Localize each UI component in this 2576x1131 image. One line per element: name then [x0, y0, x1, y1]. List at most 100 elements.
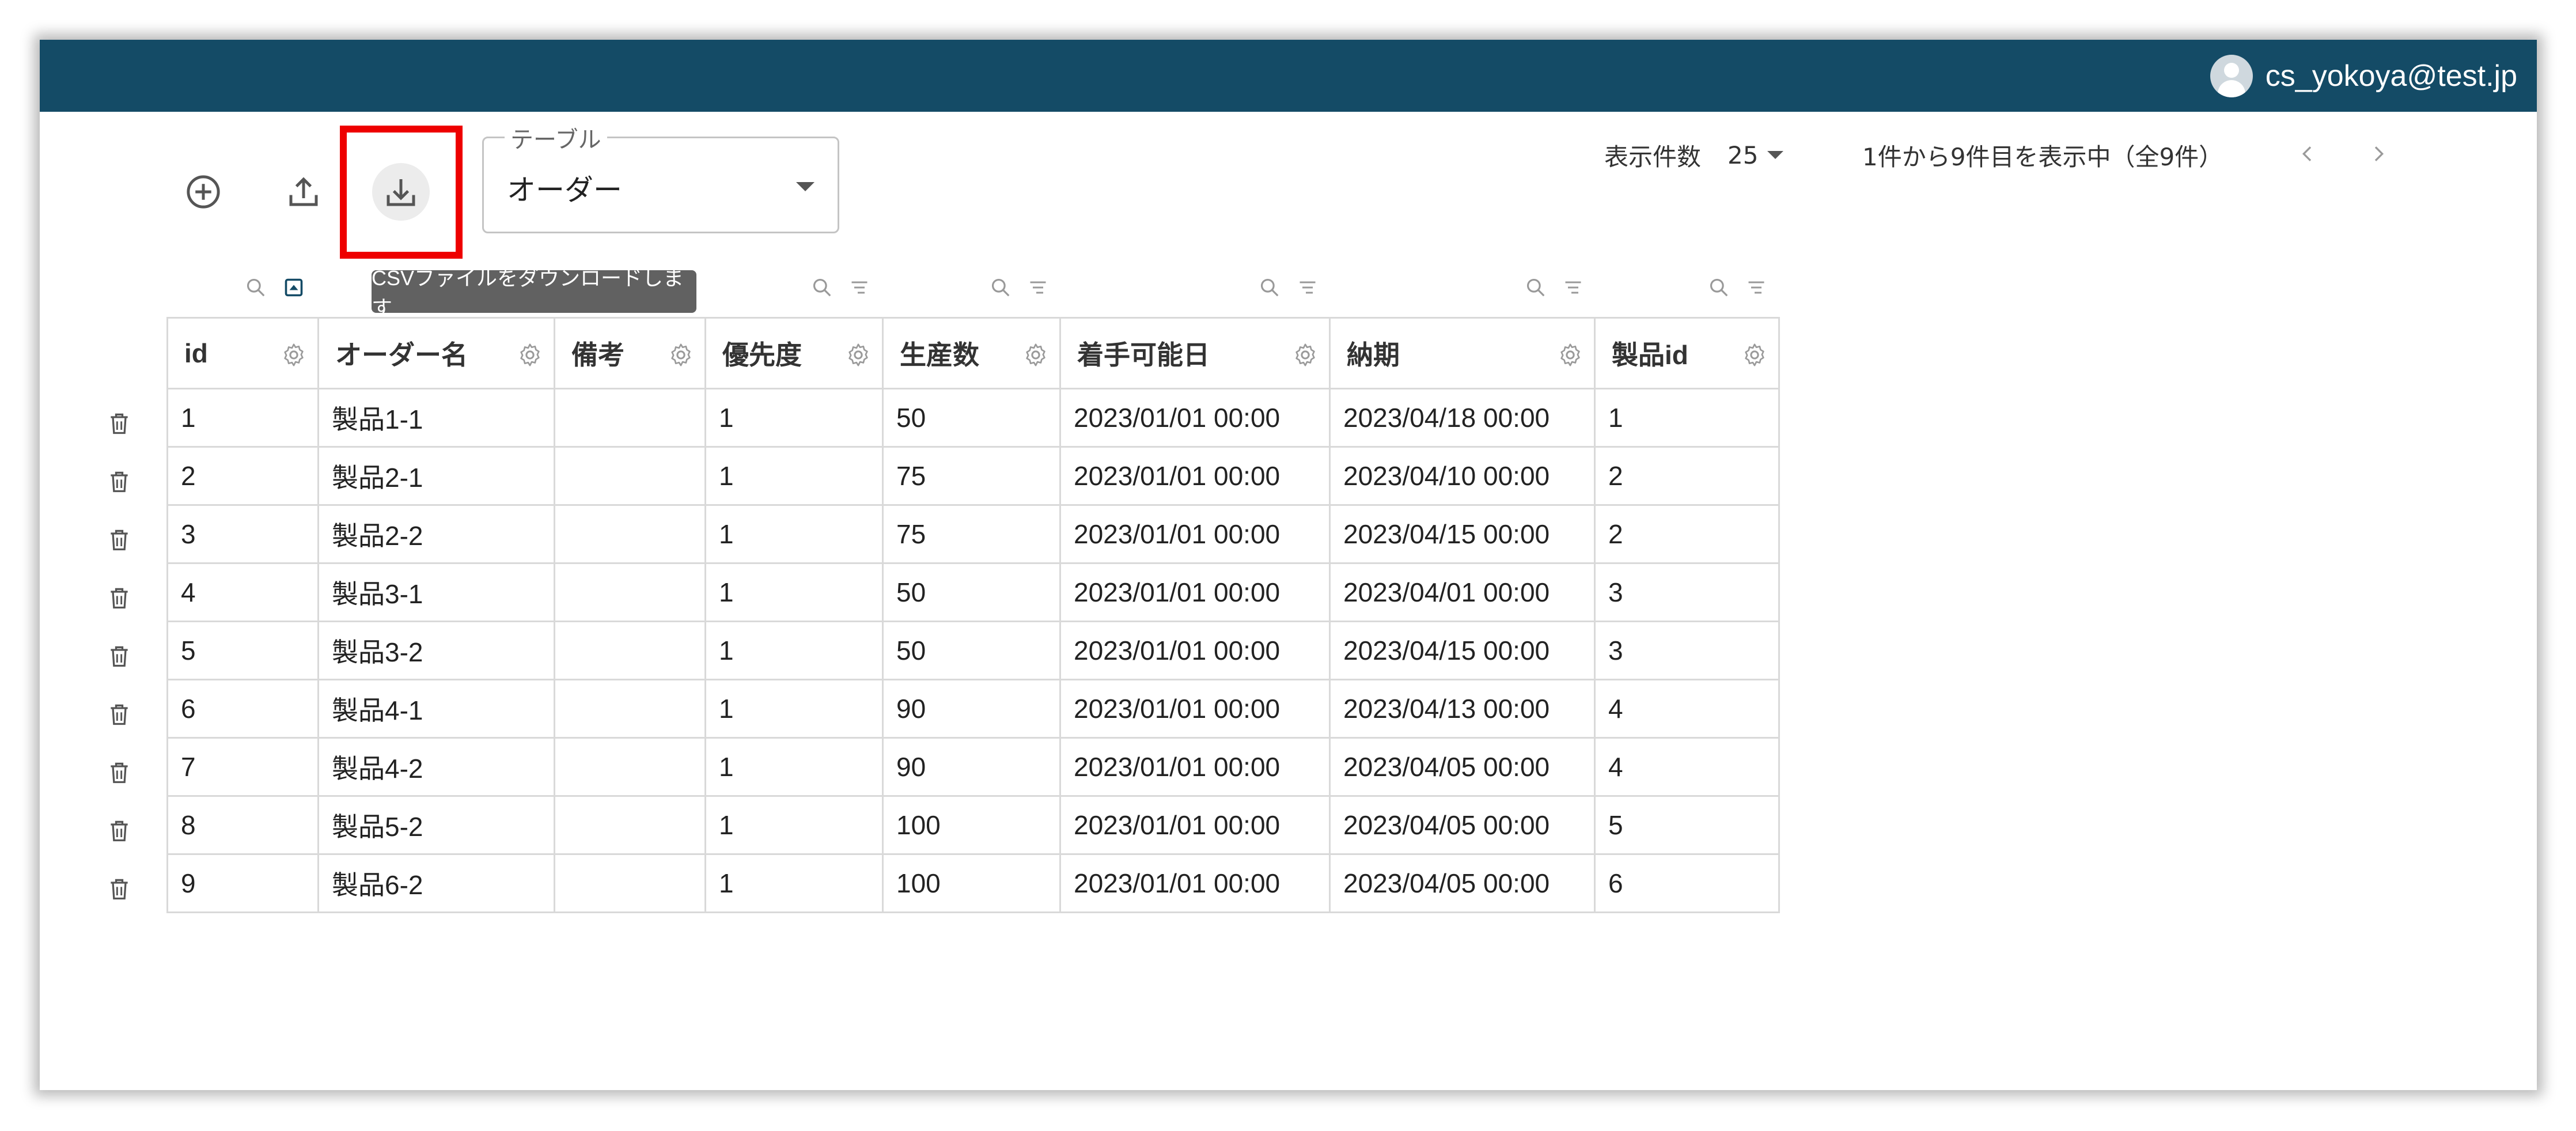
table-cell[interactable]: 2023/01/01 00:00: [1059, 795, 1331, 855]
table-cell[interactable]: 2023/04/15 00:00: [1329, 621, 1596, 680]
table-cell[interactable]: 2023/04/13 00:00: [1329, 679, 1596, 739]
search-icon[interactable]: [241, 270, 270, 305]
table-cell[interactable]: 3: [1594, 621, 1780, 680]
table-cell[interactable]: 1: [704, 795, 884, 855]
delete-row-button[interactable]: [104, 464, 134, 499]
search-icon[interactable]: [1255, 270, 1284, 305]
next-page-button[interactable]: [2361, 137, 2396, 171]
rows-per-page[interactable]: 表示件数 25: [1604, 138, 1784, 172]
gear-icon[interactable]: [668, 342, 694, 368]
table-cell[interactable]: 4: [166, 562, 319, 622]
sort-icon[interactable]: [1559, 270, 1588, 305]
prev-page-button[interactable]: [2290, 137, 2325, 171]
column-header-id[interactable]: id: [166, 317, 319, 389]
table-cell[interactable]: 2023/01/01 00:00: [1059, 737, 1331, 797]
table-cell[interactable]: [554, 562, 706, 622]
table-cell[interactable]: 1: [166, 388, 319, 448]
column-header-priority[interactable]: 優先度: [704, 317, 884, 389]
table-cell[interactable]: [554, 621, 706, 680]
table-cell[interactable]: [554, 737, 706, 797]
table-cell[interactable]: 50: [882, 621, 1061, 680]
table-row[interactable]: 3 製品2-2 1 75 2023/01/01 00:00 2023/04/15 00:0…: [166, 504, 1780, 564]
search-icon[interactable]: [1521, 270, 1550, 305]
table-cell[interactable]: 製品5-2: [317, 795, 555, 855]
upload-csv-button[interactable]: [275, 163, 332, 221]
table-cell[interactable]: 2023/04/18 00:00: [1329, 388, 1596, 448]
table-cell[interactable]: 2023/01/01 00:00: [1059, 388, 1331, 448]
table-cell[interactable]: 3: [166, 504, 319, 564]
table-row[interactable]: 4 製品3-1 1 50 2023/01/01 00:00 2023/04/01 00:0…: [166, 562, 1780, 622]
table-cell[interactable]: 2023/01/01 00:00: [1059, 621, 1331, 680]
column-header-quantity[interactable]: 生産数: [882, 317, 1061, 389]
table-cell[interactable]: 2023/01/01 00:00: [1059, 504, 1331, 564]
table-cell[interactable]: 90: [882, 679, 1061, 739]
gear-icon[interactable]: [845, 342, 872, 368]
search-icon[interactable]: [808, 270, 836, 305]
table-row[interactable]: 7 製品4-2 1 90 2023/01/01 00:00 2023/04/05 00:0…: [166, 737, 1780, 797]
table-cell[interactable]: 1: [704, 388, 884, 448]
table-cell[interactable]: 2: [1594, 446, 1780, 506]
search-icon[interactable]: [986, 270, 1015, 305]
table-cell[interactable]: 2: [1594, 504, 1780, 564]
gear-icon[interactable]: [1022, 342, 1049, 368]
table-cell[interactable]: 製品6-2: [317, 853, 555, 913]
table-cell[interactable]: 2023/04/15 00:00: [1329, 504, 1596, 564]
table-cell[interactable]: 9: [166, 853, 319, 913]
sort-icon[interactable]: [845, 270, 874, 305]
table-cell[interactable]: 100: [882, 853, 1061, 913]
delete-row-button[interactable]: [104, 406, 134, 441]
gear-icon[interactable]: [281, 342, 307, 368]
table-cell[interactable]: [554, 504, 706, 564]
table-cell[interactable]: 4: [1594, 679, 1780, 739]
table-cell[interactable]: 75: [882, 504, 1061, 564]
column-header-product-id[interactable]: 製品id: [1594, 317, 1780, 389]
table-cell[interactable]: 2023/01/01 00:00: [1059, 446, 1331, 506]
user-menu[interactable]: cs_yokoya@test.jp: [2210, 54, 2517, 99]
table-select[interactable]: テーブル オーダー: [482, 121, 839, 233]
table-row[interactable]: 6 製品4-1 1 90 2023/01/01 00:00 2023/04/13 00:0…: [166, 679, 1780, 739]
delete-row-button[interactable]: [104, 639, 134, 674]
table-cell[interactable]: 5: [1594, 795, 1780, 855]
table-cell[interactable]: 4: [1594, 737, 1780, 797]
table-cell[interactable]: 50: [882, 388, 1061, 448]
table-cell[interactable]: 製品4-2: [317, 737, 555, 797]
column-header-due-date[interactable]: 納期: [1329, 317, 1596, 389]
table-cell[interactable]: [554, 679, 706, 739]
table-row[interactable]: 2 製品2-1 1 75 2023/01/01 00:00 2023/04/10 00:0…: [166, 446, 1780, 506]
sort-icon[interactable]: [1024, 270, 1052, 305]
table-cell[interactable]: 90: [882, 737, 1061, 797]
table-cell[interactable]: 6: [166, 679, 319, 739]
table-cell[interactable]: 1: [704, 737, 884, 797]
table-cell[interactable]: 1: [704, 446, 884, 506]
table-cell[interactable]: 製品3-2: [317, 621, 555, 680]
table-cell[interactable]: 製品1-1: [317, 388, 555, 448]
table-cell[interactable]: 2023/04/05 00:00: [1329, 853, 1596, 913]
table-cell[interactable]: [554, 853, 706, 913]
table-cell[interactable]: 8: [166, 795, 319, 855]
search-icon[interactable]: [1704, 270, 1733, 305]
table-cell[interactable]: 1: [704, 853, 884, 913]
column-header-remarks[interactable]: 備考: [554, 317, 706, 389]
table-cell[interactable]: 2023/04/01 00:00: [1329, 562, 1596, 622]
table-cell[interactable]: 6: [1594, 853, 1780, 913]
table-cell[interactable]: 2023/04/10 00:00: [1329, 446, 1596, 506]
table-cell[interactable]: [554, 446, 706, 506]
table-cell[interactable]: 5: [166, 621, 319, 680]
table-cell[interactable]: 製品2-1: [317, 446, 555, 506]
gear-icon[interactable]: [1741, 342, 1768, 368]
add-record-button[interactable]: [175, 163, 232, 221]
delete-row-button[interactable]: [104, 697, 134, 732]
table-cell[interactable]: 1: [704, 562, 884, 622]
sort-icon[interactable]: [1293, 270, 1322, 305]
table-cell[interactable]: 1: [704, 679, 884, 739]
table-cell[interactable]: 2023/01/01 00:00: [1059, 679, 1331, 739]
delete-row-button[interactable]: [104, 755, 134, 790]
table-cell[interactable]: 2023/04/05 00:00: [1329, 795, 1596, 855]
table-cell[interactable]: [554, 795, 706, 855]
table-cell[interactable]: 3: [1594, 562, 1780, 622]
gear-icon[interactable]: [1557, 342, 1584, 368]
delete-row-button[interactable]: [104, 872, 134, 906]
table-cell[interactable]: [554, 388, 706, 448]
table-cell[interactable]: 1: [704, 621, 884, 680]
table-cell[interactable]: 75: [882, 446, 1061, 506]
